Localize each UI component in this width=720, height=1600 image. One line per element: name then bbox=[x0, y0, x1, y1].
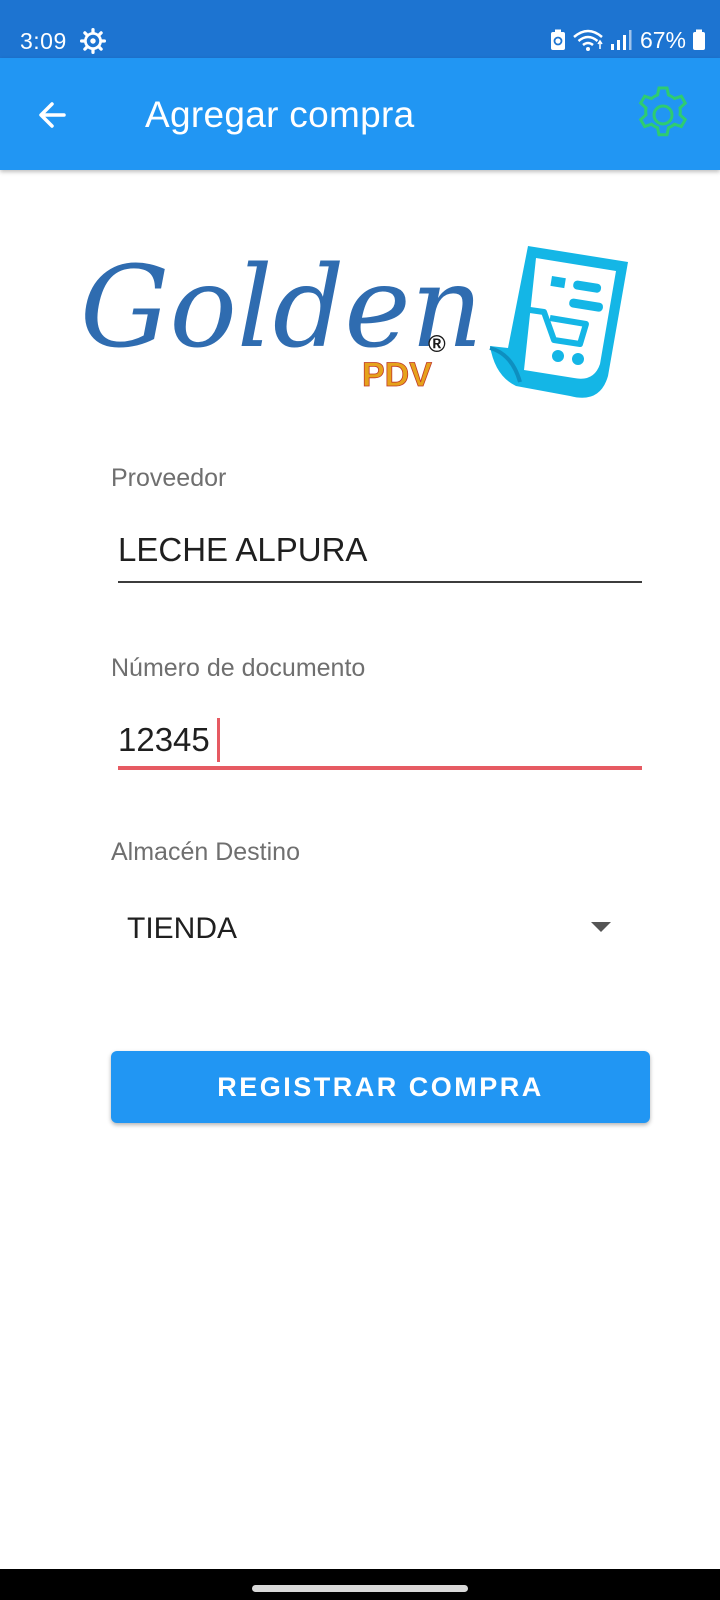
settings-gear-status-icon bbox=[80, 28, 106, 54]
proveedor-label: Proveedor bbox=[111, 464, 227, 492]
proveedor-input[interactable] bbox=[118, 522, 642, 578]
status-time: 3:09 bbox=[20, 28, 67, 54]
battery-icon bbox=[693, 29, 705, 50]
back-arrow-icon[interactable] bbox=[32, 94, 74, 136]
status-bar: 3:09 67% bbox=[0, 0, 720, 58]
signal-icon bbox=[610, 30, 632, 50]
registrar-compra-button[interactable]: REGISTRAR COMPRA bbox=[111, 1051, 650, 1123]
logo-sub-text: PDV bbox=[362, 356, 432, 394]
gear-icon[interactable] bbox=[630, 82, 696, 148]
golden-pdv-logo: Golden PDV ® bbox=[80, 236, 650, 416]
status-icons: 67% bbox=[550, 27, 706, 53]
dropdown-arrow-icon bbox=[591, 922, 611, 932]
page-title: Agregar compra bbox=[145, 94, 415, 135]
logo-registered-mark: ® bbox=[428, 331, 446, 358]
almacen-dropdown[interactable]: TIENDA bbox=[111, 890, 641, 966]
logo-graphic: Golden PDV ® bbox=[80, 243, 628, 398]
almacen-selected-value: TIENDA bbox=[127, 912, 238, 945]
documento-label: Número de documento bbox=[111, 654, 366, 682]
receipt-cart-icon bbox=[489, 246, 628, 398]
wifi-icon bbox=[573, 29, 603, 51]
almacen-label: Almacén Destino bbox=[111, 838, 300, 866]
proveedor-underline bbox=[118, 581, 642, 583]
app-bar: Agregar compra bbox=[0, 58, 720, 170]
documento-input[interactable] bbox=[118, 712, 642, 768]
documento-underline bbox=[118, 766, 642, 770]
battery-percentage: 67% bbox=[639, 26, 686, 53]
logo-brand-text: Golden bbox=[80, 243, 483, 373]
text-caret bbox=[217, 718, 220, 762]
battery-saver-icon bbox=[550, 29, 565, 50]
home-gesture-handle[interactable] bbox=[252, 1585, 468, 1592]
